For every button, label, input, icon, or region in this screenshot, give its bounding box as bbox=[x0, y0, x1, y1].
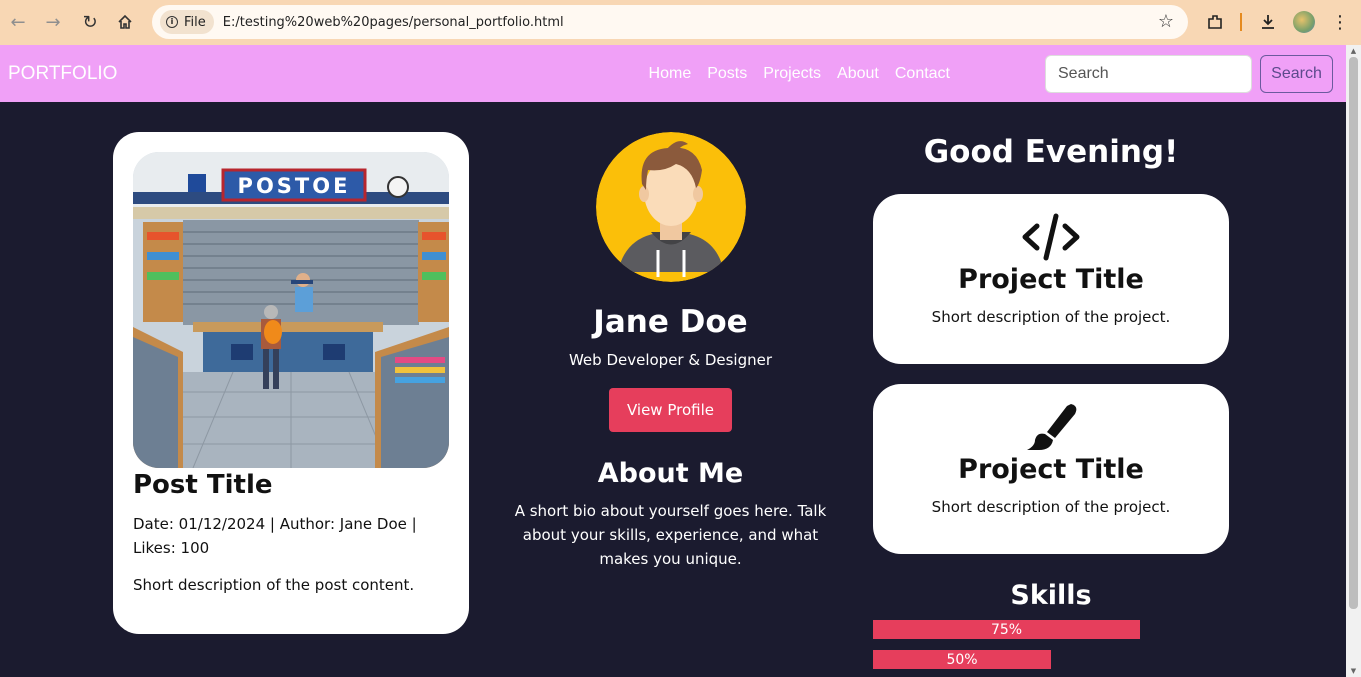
bookmark-star-icon[interactable]: ☆ bbox=[1158, 11, 1174, 32]
project-description: Short description of the project. bbox=[931, 498, 1171, 516]
nav-about[interactable]: About bbox=[837, 65, 879, 83]
search-input[interactable] bbox=[1045, 55, 1252, 93]
scroll-down-arrow-icon[interactable]: ▼ bbox=[1349, 667, 1358, 675]
nav-projects[interactable]: Projects bbox=[763, 65, 821, 83]
code-icon bbox=[1021, 212, 1081, 262]
address-bar[interactable]: i File E:/testing%20web%20pages/personal… bbox=[152, 5, 1188, 39]
post-image-sign: POSTOE bbox=[238, 174, 351, 198]
skills-title: Skills bbox=[1010, 580, 1092, 611]
view-profile-button[interactable]: View Profile bbox=[609, 388, 732, 432]
nav-home[interactable]: Home bbox=[649, 65, 692, 83]
project-title: Project Title bbox=[958, 264, 1144, 295]
post-image: POSTOE bbox=[133, 152, 449, 468]
nav-links: Home Posts Projects About Contact bbox=[649, 45, 966, 102]
download-icon[interactable] bbox=[1256, 10, 1280, 34]
nav-posts[interactable]: Posts bbox=[707, 65, 747, 83]
info-icon: i bbox=[166, 16, 178, 28]
project-title: Project Title bbox=[958, 454, 1144, 485]
page-scrollbar[interactable]: ▲ ▼ bbox=[1346, 45, 1361, 677]
search-button[interactable]: Search bbox=[1260, 55, 1333, 93]
forward-arrow-icon[interactable]: → bbox=[42, 11, 64, 33]
skill-bar: 50% bbox=[873, 650, 1051, 669]
post-title: Post Title bbox=[133, 470, 273, 500]
home-icon[interactable] bbox=[114, 11, 136, 33]
project-card[interactable]: Project Title Short description of the p… bbox=[873, 384, 1229, 554]
site-navbar: PORTFOLIO Home Posts Projects About Cont… bbox=[0, 45, 1346, 102]
post-card: POSTOE Post Title Date: 01/12/2024 | Aut… bbox=[113, 132, 469, 634]
project-card[interactable]: Project Title Short description of the p… bbox=[873, 194, 1229, 364]
brand-logo[interactable]: PORTFOLIO bbox=[8, 63, 117, 85]
profile-role: Web Developer & Designer bbox=[568, 351, 773, 369]
nav-contact[interactable]: Contact bbox=[895, 65, 950, 83]
browser-toolbar: ← → ↻ i File E:/testing%20web%20pages/pe… bbox=[0, 0, 1361, 45]
back-arrow-icon[interactable]: ← bbox=[7, 11, 29, 33]
kebab-menu-icon[interactable]: ⋮ bbox=[1328, 10, 1352, 34]
greeting-heading: Good Evening! bbox=[923, 134, 1179, 170]
profile-name: Jane Doe bbox=[593, 304, 748, 340]
post-meta: Date: 01/12/2024 | Author: Jane Doe | Li… bbox=[133, 515, 417, 557]
scroll-thumb[interactable] bbox=[1349, 57, 1358, 609]
skill-bar: 75% bbox=[873, 620, 1140, 639]
browser-profile-avatar[interactable] bbox=[1293, 11, 1315, 33]
extensions-icon[interactable] bbox=[1203, 10, 1227, 34]
about-text: A short bio about yourself goes here. Ta… bbox=[514, 502, 827, 568]
project-description: Short description of the project. bbox=[931, 308, 1171, 326]
post-description: Short description of the post content. bbox=[133, 576, 415, 594]
toolbar-divider bbox=[1240, 13, 1242, 31]
scroll-up-arrow-icon[interactable]: ▲ bbox=[1349, 47, 1358, 55]
url-text: E:/testing%20web%20pages/personal_portfo… bbox=[222, 14, 564, 30]
profile-avatar bbox=[596, 132, 746, 282]
file-chip-label: File bbox=[184, 14, 206, 30]
paintbrush-icon bbox=[1021, 402, 1081, 452]
site-info-chip[interactable]: i File bbox=[160, 10, 214, 34]
about-title: About Me bbox=[597, 458, 744, 489]
reload-icon[interactable]: ↻ bbox=[79, 11, 101, 33]
